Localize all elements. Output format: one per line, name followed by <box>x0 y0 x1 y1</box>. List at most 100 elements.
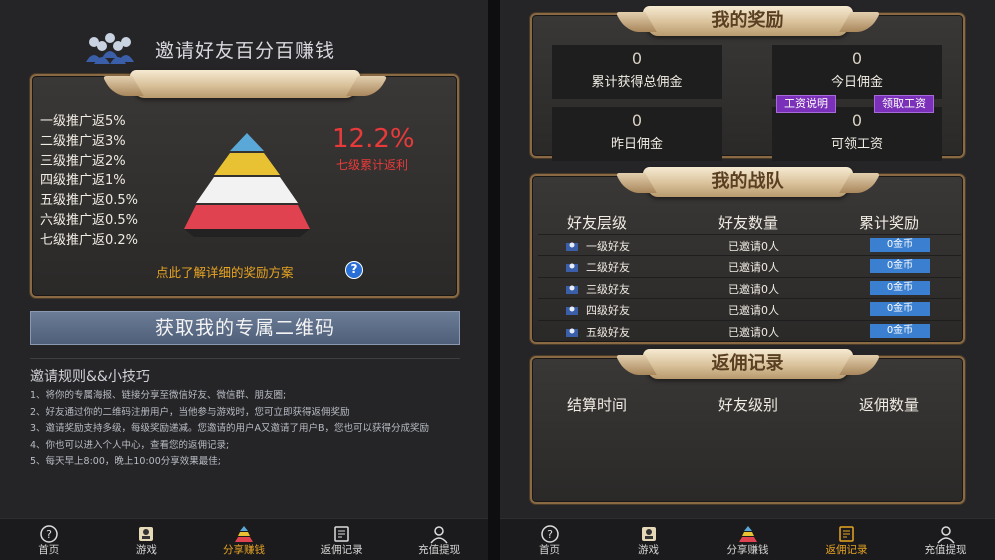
total-rate-label: 七级累计返利 <box>336 158 409 172</box>
table-row: 五级好友 已邀请0人 0金币 <box>538 319 961 341</box>
rule-item: 4、你也可以进入个人中心，查看您的返佣记录; <box>30 439 230 451</box>
nav-label: 充值提现 <box>418 544 461 556</box>
reward-badge: 0金币 <box>870 259 930 274</box>
user-icon <box>430 526 448 544</box>
column-header: 返佣数量 <box>859 396 920 414</box>
level-item: 六级推广返0.5% <box>40 212 139 228</box>
claim-wage-button[interactable]: 领取工资 <box>874 95 934 113</box>
today-commission: 0 今日佣金 <box>772 45 942 99</box>
cards-icon <box>139 527 154 541</box>
my-team-panel: 我的战队 好友层级 好友数量 累计奖励 一级好友 已邀请0人 0金币 二级好友 … <box>530 167 965 344</box>
total-commission: 0 累计获得总佣金 <box>552 45 722 99</box>
panel-ribbon <box>129 70 360 98</box>
stat-value: 0 <box>631 49 643 68</box>
level-item: 七级推广返0.2% <box>40 232 139 248</box>
nav-recharge-withdraw[interactable]: 充值提现 <box>390 519 488 560</box>
user-icon <box>936 526 955 544</box>
panel-title: 我的战队 <box>642 167 853 197</box>
nav-commission-record[interactable]: 返佣记录 <box>293 519 391 560</box>
nav-share-earn[interactable]: 分享赚钱 <box>195 519 293 560</box>
reward-levels-panel: 一级推广返5% 二级推广返3% 三级推广返2% 四级推广返1% 五级推广返0.5… <box>30 70 459 298</box>
panel-title: 返佣记录 <box>642 349 853 379</box>
invite-header: 邀请好友百分百赚钱 <box>0 28 488 68</box>
level-item: 二级推广返3% <box>40 133 126 149</box>
invited-count: 已邀请0人 <box>728 325 779 339</box>
invited-count: 已邀请0人 <box>728 282 779 296</box>
nav-games[interactable]: 游戏 <box>599 519 698 560</box>
friend-level: 四级好友 <box>586 304 630 318</box>
stat-label: 累计获得总佣金 <box>591 75 683 90</box>
friend-level: 二级好友 <box>586 261 630 275</box>
nav-label: 分享赚钱 <box>222 544 265 556</box>
level-item: 三级推广返2% <box>40 153 126 169</box>
nav-label: 游戏 <box>638 544 659 556</box>
stat-label: 昨日佣金 <box>610 137 663 152</box>
rule-item: 1、将你的专属海报、链接分享至微信好友、微信群、朋友圈; <box>30 390 287 401</box>
table-row: 三级好友 已邀请0人 0金币 <box>538 276 961 298</box>
cards-icon <box>641 527 656 541</box>
friend-level: 三级好友 <box>586 282 630 296</box>
commission-record-panel: 返佣记录 结算时间 好友级别 返佣数量 <box>530 349 965 504</box>
bottom-nav: ? 首页 游戏 分享赚钱 返佣记录 充值提现 <box>0 518 488 560</box>
stat-value: 0 <box>631 111 643 130</box>
commission-screen: 我的奖励 0 累计获得总佣金 0 今日佣金 0 昨日佣金 0 可领工资 工资说明… <box>500 0 995 560</box>
level-item: 一级推广返5% <box>40 114 126 129</box>
total-rate: 12.2% <box>332 124 415 154</box>
stat-label: 可领工资 <box>830 137 883 152</box>
rule-item: 2、好友通过你的二维码注册用户，当他参与游戏时，您可立即获得返佣奖励 <box>30 406 350 418</box>
document-icon <box>333 526 349 542</box>
reward-badge: 0金币 <box>870 238 930 252</box>
nav-games[interactable]: 游戏 <box>98 519 196 560</box>
get-qr-code-button[interactable]: 获取我的专属二维码 <box>30 311 460 345</box>
team-table: 一级好友 已邀请0人 0金币 二级好友 已邀请0人 0金币 三级好友 已邀请0人… <box>538 234 961 341</box>
reward-plan-link[interactable]: 点此了解详细的奖励方案 <box>156 262 294 281</box>
friend-tag-icon <box>566 285 578 294</box>
wage-info-button[interactable]: 工资说明 <box>776 95 836 113</box>
column-header: 好友数量 <box>718 214 779 232</box>
nav-label: 分享赚钱 <box>726 544 769 556</box>
level-item: 五级推广返0.5% <box>40 193 139 209</box>
nav-label: 返佣记录 <box>320 544 363 556</box>
pyramid-icon <box>184 133 310 237</box>
rule-item: 3、邀请奖励支持多级，每级奖励递减。您邀请的用户A又邀请了用户B，您也可以获得分… <box>30 423 430 434</box>
rules-list: 1、将你的专属海报、链接分享至微信好友、微信群、朋友圈; 2、好友通过你的二维码… <box>30 386 460 469</box>
table-row: 一级好友 已邀请0人 0金币 <box>538 234 961 255</box>
panel-title: 我的奖励 <box>642 6 853 36</box>
svg-text:?: ? <box>46 528 52 541</box>
reward-badge: 0金币 <box>870 302 930 317</box>
page-title: 邀请好友百分百赚钱 <box>155 40 336 62</box>
nav-share-earn[interactable]: 分享赚钱 <box>698 519 797 560</box>
friend-level: 一级好友 <box>586 240 630 253</box>
nav-commission-record[interactable]: 返佣记录 <box>797 519 896 560</box>
bottom-nav: ? 首页 游戏 分享赚钱 返佣记录 充值提现 <box>500 518 995 560</box>
rule-item: 5、每天早上8:00，晚上10:00分享效果最佳; <box>30 456 221 467</box>
document-icon <box>838 526 854 542</box>
people-group-icon <box>86 33 134 64</box>
reward-badge: 0金币 <box>870 323 930 338</box>
my-reward-panel: 我的奖励 0 累计获得总佣金 0 今日佣金 0 昨日佣金 0 可领工资 工资说明… <box>530 6 965 161</box>
nav-label: 游戏 <box>135 544 157 556</box>
friend-tag-icon <box>566 242 578 251</box>
stat-label: 今日佣金 <box>830 75 883 90</box>
level-list: 一级推广返5% 二级推广返3% 三级推广返2% 四级推广返1% 五级推广返0.5… <box>40 112 138 251</box>
table-row: 二级好友 已邀请0人 0金币 <box>538 255 961 276</box>
nav-label: 充值提现 <box>924 544 967 556</box>
pyramid-icon <box>738 526 757 542</box>
nav-recharge-withdraw[interactable]: 充值提现 <box>896 519 995 560</box>
nav-home[interactable]: ? 首页 <box>500 519 599 560</box>
nav-label: 首页 <box>38 544 60 556</box>
column-header: 好友级别 <box>718 396 779 414</box>
friend-tag-icon <box>566 328 578 337</box>
column-header: 结算时间 <box>567 396 628 414</box>
help-icon[interactable]: ? <box>345 261 363 279</box>
invited-count: 已邀请0人 <box>728 304 779 318</box>
column-header: 好友层级 <box>567 214 628 232</box>
nav-home[interactable]: ? 首页 <box>0 519 98 560</box>
column-header: 累计奖励 <box>859 214 920 232</box>
invited-count: 已邀请0人 <box>728 240 779 253</box>
invited-count: 已邀请0人 <box>728 261 779 275</box>
yesterday-commission: 0 昨日佣金 <box>552 107 722 161</box>
friend-tag-icon <box>566 263 578 273</box>
svg-text:?: ? <box>547 528 553 541</box>
reward-badge: 0金币 <box>870 280 930 295</box>
